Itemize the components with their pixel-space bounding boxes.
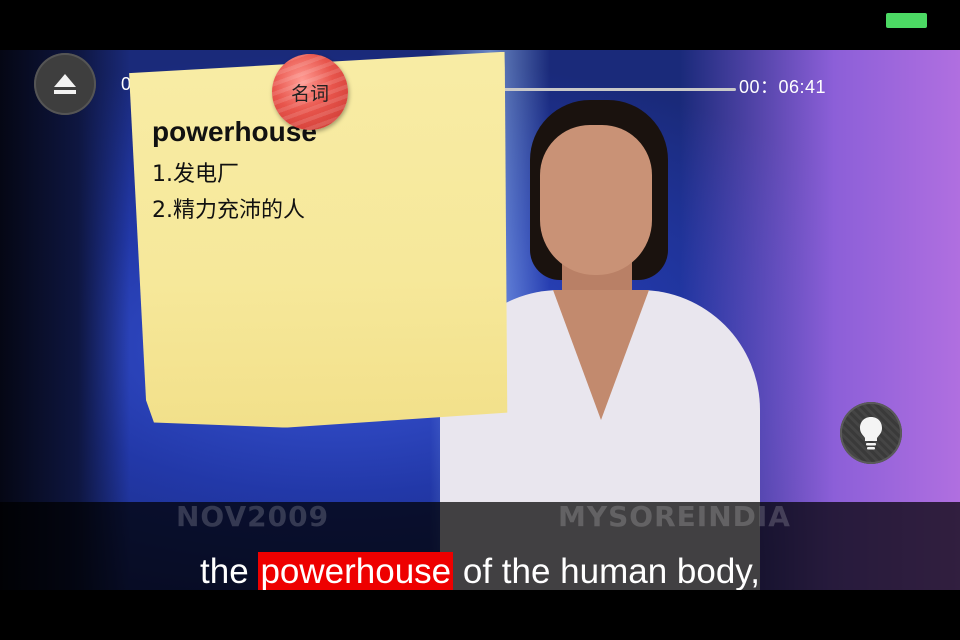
presenter-neckline <box>553 290 649 420</box>
subtitle-text-after[interactable]: of the human body, <box>463 552 760 591</box>
hint-button[interactable] <box>840 402 902 464</box>
battery-indicator <box>886 13 927 28</box>
eject-button[interactable] <box>34 53 96 115</box>
eject-icon <box>54 74 76 94</box>
part-of-speech-pin[interactable]: 名词 <box>272 54 348 130</box>
note-definition: 1.发电厂 <box>152 162 239 187</box>
subtitle-line: the powerhouse of the human body, <box>0 548 960 596</box>
progress-bar[interactable] <box>490 88 736 91</box>
watermark-location: MYSOREINDIA <box>558 500 791 533</box>
watermark-date: NOV2009 <box>176 500 330 533</box>
subtitle-text-before[interactable]: the <box>200 552 249 591</box>
subtitle-highlighted-word[interactable]: powerhouse <box>258 552 454 591</box>
lightbulb-icon <box>860 417 882 450</box>
total-time: 00：06:41 <box>739 77 827 97</box>
note-definition: 2.精力充沛的人 <box>152 198 305 223</box>
part-of-speech-label: 名词 <box>290 82 329 105</box>
bottom-bar <box>0 590 960 640</box>
status-bar <box>0 0 960 50</box>
presenter-face <box>540 125 652 275</box>
